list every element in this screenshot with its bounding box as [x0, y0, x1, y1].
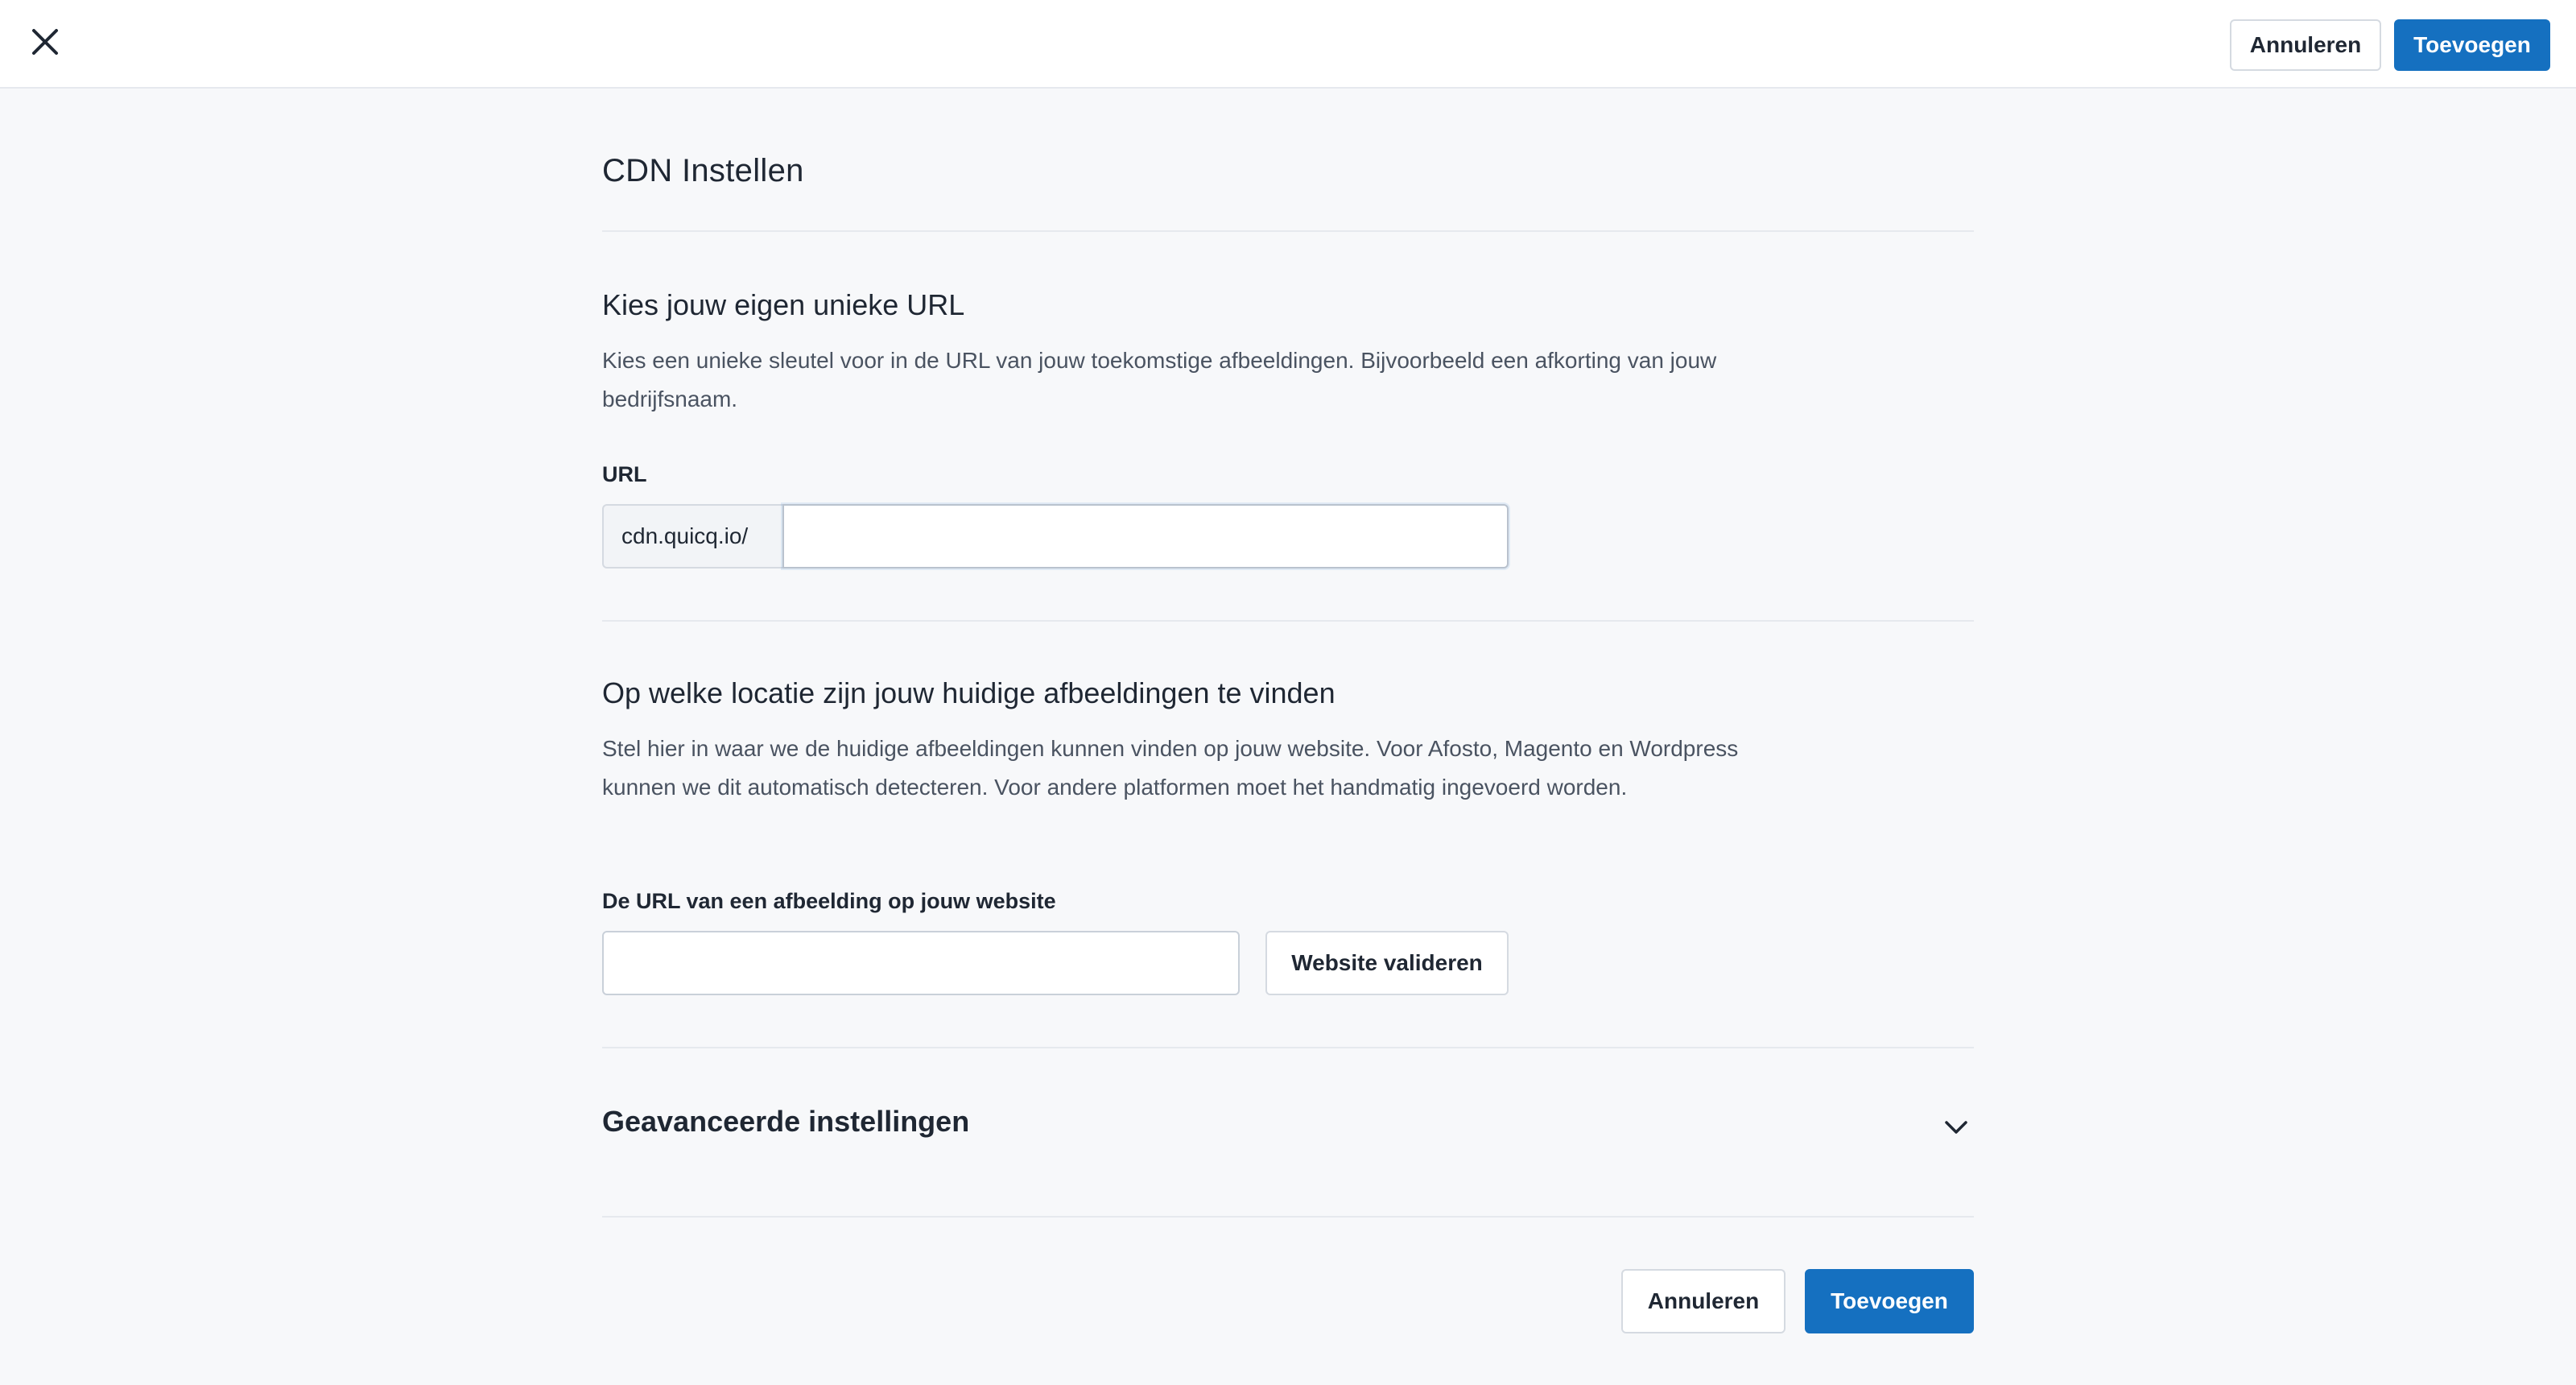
location-section-description: Stel hier in waar we de huidige afbeeldi… — [602, 736, 1739, 800]
validate-website-button[interactable]: Website valideren — [1265, 931, 1509, 995]
advanced-settings-toggle[interactable]: Geavanceerde instellingen — [602, 1048, 1974, 1209]
divider — [602, 230, 1974, 232]
top-add-button[interactable]: Toevoegen — [2394, 19, 2550, 71]
chevron-down-icon[interactable] — [1938, 1110, 1974, 1145]
advanced-settings-title: Geavanceerde instellingen — [602, 1105, 970, 1138]
url-input[interactable] — [782, 504, 1509, 568]
page-title: CDN Instellen — [602, 153, 804, 188]
url-prefix: cdn.quicq.io/ — [602, 504, 784, 568]
top-bar: Annuleren Toevoegen — [0, 0, 2576, 89]
cancel-button[interactable]: Annuleren — [1621, 1269, 1785, 1333]
close-button[interactable] — [23, 21, 68, 66]
image-url-field-label: De URL van een afbeelding op jouw websit… — [602, 889, 1056, 913]
close-icon — [31, 27, 60, 60]
top-cancel-button[interactable]: Annuleren — [2230, 19, 2381, 71]
url-field-label: URL — [602, 462, 647, 486]
location-section-title: Op welke locatie zijn jouw huidige afbee… — [602, 676, 1335, 709]
divider — [602, 620, 1974, 622]
url-section-description: Kies een unieke sleutel voor in de URL v… — [602, 348, 1717, 411]
add-button[interactable]: Toevoegen — [1805, 1269, 1974, 1333]
image-url-input[interactable] — [602, 931, 1240, 995]
divider — [602, 1216, 1974, 1218]
url-section-title: Kies jouw eigen unieke URL — [602, 288, 965, 321]
